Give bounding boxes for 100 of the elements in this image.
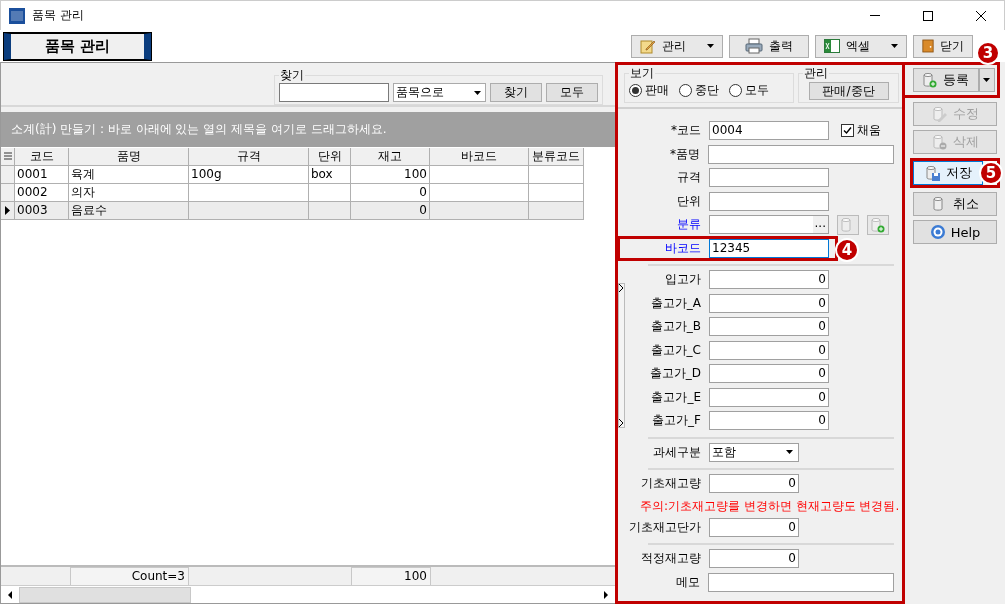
- search-mode-dropdown[interactable]: 품목으로: [393, 83, 486, 102]
- caret-icon: [891, 44, 898, 48]
- number-field[interactable]: 0: [709, 364, 829, 384]
- radio-option[interactable]: 중단: [679, 82, 719, 99]
- table-cell: 100: [351, 166, 430, 184]
- database-edit-icon: [931, 106, 948, 122]
- toolbar-button[interactable]: 출력: [729, 34, 809, 58]
- search-button[interactable]: 모두: [546, 83, 598, 102]
- lookup-button[interactable]: [837, 214, 859, 235]
- add-button[interactable]: [867, 214, 889, 235]
- search-button[interactable]: 찾기: [490, 83, 542, 102]
- close-icon[interactable]: [976, 10, 986, 21]
- callout-badge: 5: [979, 161, 1003, 185]
- collapse-strip[interactable]: [618, 283, 625, 428]
- database-save-icon: [924, 165, 941, 181]
- field-label: 바코드: [664, 239, 702, 257]
- app-logo-icon: [9, 7, 25, 24]
- maximize-icon[interactable]: [923, 10, 933, 21]
- checkbox[interactable]: [841, 124, 854, 138]
- column-header[interactable]: 바코드: [430, 148, 529, 166]
- text-field[interactable]: [708, 144, 894, 164]
- number-field[interactable]: 0: [709, 411, 829, 431]
- field-label: 메모: [675, 573, 702, 591]
- help-icon: [929, 224, 946, 240]
- view-legend: 보기: [629, 65, 655, 82]
- action-button[interactable]: 취소: [913, 192, 997, 216]
- field-label: 기초재고량: [640, 475, 702, 493]
- field-label: 출고가_C: [649, 341, 702, 359]
- row-header[interactable]: [1, 202, 15, 220]
- column-header[interactable]: 분류코드: [529, 148, 584, 166]
- toolbar-button[interactable]: 닫기: [913, 34, 973, 58]
- database-add-icon: [870, 216, 886, 233]
- chevron-right-icon: [619, 419, 624, 427]
- toggle-sale-button[interactable]: 판매/중단: [808, 81, 889, 100]
- number-field[interactable]: 0: [709, 549, 799, 569]
- column-header[interactable]: 재고: [351, 148, 430, 166]
- table-cell: box: [309, 166, 351, 184]
- field-label: *코드: [670, 122, 702, 140]
- lookup-field[interactable]: ...: [709, 215, 829, 235]
- column-header[interactable]: 코드: [15, 148, 69, 166]
- table-cell: 음료수: [69, 202, 189, 220]
- table-row[interactable]: 0001 육계 100g box 100: [1, 166, 615, 184]
- text-field[interactable]: [708, 572, 894, 592]
- number-field[interactable]: 0: [709, 293, 829, 313]
- field-label: *품명: [669, 145, 702, 163]
- checkbox-label: 채움: [857, 122, 881, 140]
- text-field[interactable]: [709, 168, 829, 188]
- radio-option[interactable]: 모두: [729, 82, 769, 99]
- number-field[interactable]: 0: [709, 270, 829, 290]
- caret-icon: [707, 44, 714, 48]
- field-label: 출고가_F: [651, 412, 702, 430]
- toolbar-button[interactable]: 관리: [631, 34, 723, 58]
- chevron-right-icon: [619, 284, 624, 292]
- toolbar-button[interactable]: 엑셀: [815, 34, 907, 58]
- table-cell: [529, 202, 584, 220]
- table-row[interactable]: 0003 음료수 0: [1, 202, 615, 220]
- action-button[interactable]: Help: [913, 220, 997, 244]
- door-icon: [922, 38, 934, 54]
- field-label: 출고가_E: [650, 388, 702, 406]
- tax-dropdown[interactable]: 포함: [709, 442, 799, 462]
- number-field[interactable]: 0: [709, 317, 829, 337]
- scrollbar-thumb[interactable]: [19, 586, 191, 603]
- screen-title: 품목 관리: [4, 32, 151, 60]
- field-label: 과세구분: [652, 443, 702, 461]
- field-label: 분류: [676, 216, 702, 234]
- field-label: 출고가_D: [648, 365, 702, 383]
- number-field[interactable]: 0: [709, 387, 829, 407]
- table-cell: 0003: [15, 202, 69, 220]
- number-field[interactable]: 0: [709, 517, 799, 537]
- radio-option[interactable]: 판매: [629, 82, 669, 99]
- field-label: 규격: [676, 169, 702, 187]
- spreadsheet-icon: [824, 39, 840, 53]
- manage-legend: 관리: [803, 65, 829, 82]
- field-label: 적정재고량: [640, 550, 702, 568]
- column-header[interactable]: 규격: [189, 148, 309, 166]
- field-label: 입고가: [664, 271, 702, 289]
- field-label: 기초재고단가: [628, 518, 702, 536]
- action-button[interactable]: 저장: [913, 161, 983, 185]
- printer-icon: [745, 38, 763, 54]
- database-remove-icon: [931, 134, 948, 150]
- column-header[interactable]: 품명: [69, 148, 189, 166]
- text-field[interactable]: 12345: [709, 238, 829, 258]
- text-field[interactable]: [709, 191, 829, 211]
- search-legend: 찾기: [279, 67, 305, 84]
- callout-badge: 4: [835, 237, 859, 262]
- caret-icon: [983, 78, 991, 82]
- number-field[interactable]: 0: [709, 474, 799, 494]
- field-label: 출고가_B: [649, 318, 702, 336]
- action-button[interactable]: 등록: [913, 68, 979, 92]
- table-cell: [529, 166, 584, 184]
- text-field[interactable]: 0004: [709, 121, 829, 141]
- number-field[interactable]: 0: [709, 340, 829, 360]
- column-chooser-icon[interactable]: [1, 148, 15, 166]
- window-title: 품목 관리: [32, 7, 85, 24]
- search-field[interactable]: [279, 83, 389, 102]
- table-cell: 육계: [69, 166, 189, 184]
- group-by-hint: 소계(計) 만들기 : 바로 아래에 있는 열의 제목을 여기로 드래그하세요.: [1, 112, 615, 147]
- field-label: 단위: [676, 192, 702, 210]
- column-header[interactable]: 단위: [309, 148, 351, 166]
- database-add-icon: [922, 72, 939, 88]
